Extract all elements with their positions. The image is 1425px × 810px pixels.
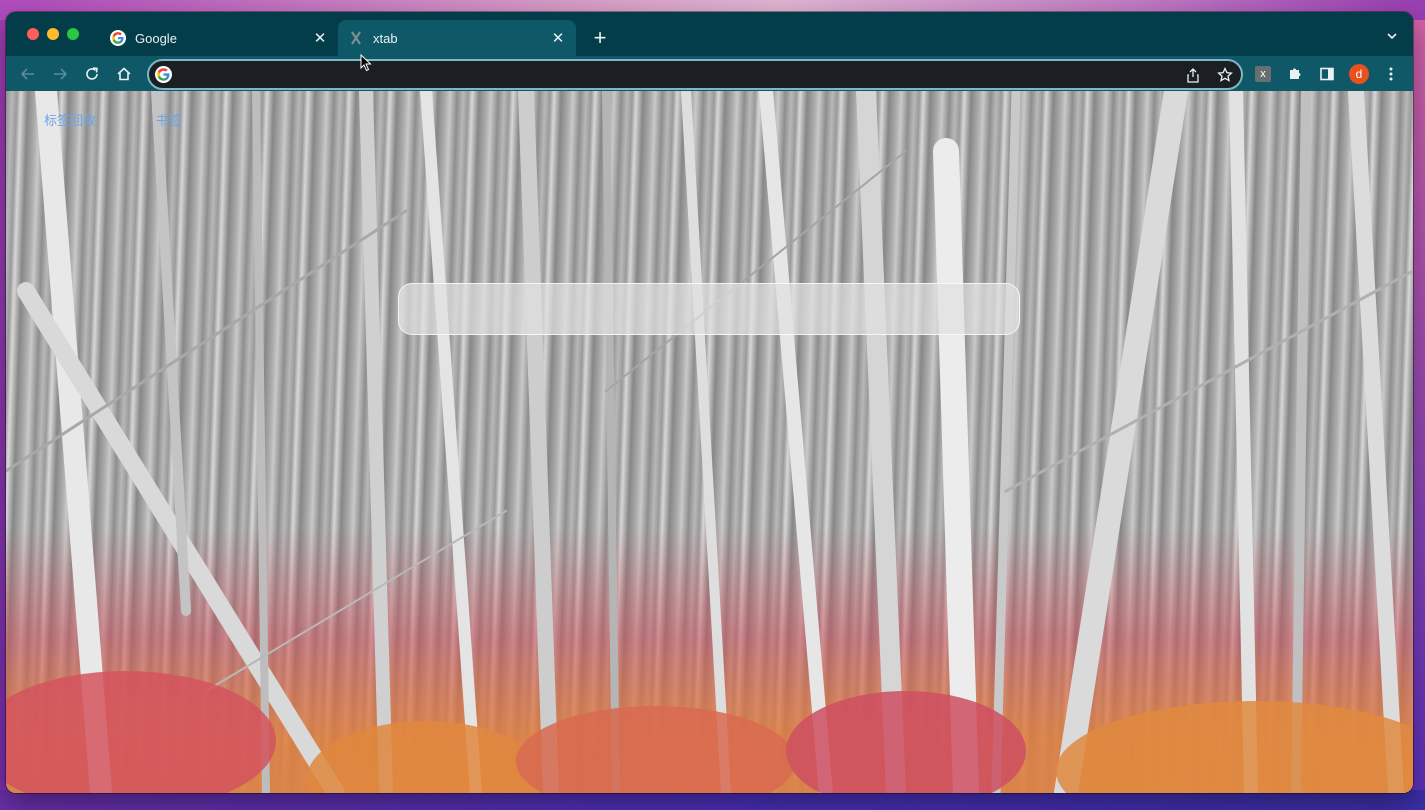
desktop-wallpaper-bottom: [0, 790, 1425, 810]
forest-background-image: [6, 91, 1413, 793]
home-icon[interactable]: [112, 62, 136, 86]
forward-arrow-icon[interactable]: [48, 62, 72, 86]
tab-title: Google: [135, 30, 177, 46]
tab-recycle-link[interactable]: 标签回收: [44, 110, 96, 129]
maximize-window-button[interactable]: [67, 28, 79, 40]
bookmark-star-icon[interactable]: [1216, 66, 1234, 84]
reload-icon[interactable]: [80, 62, 104, 86]
search-box[interactable]: [398, 283, 1020, 335]
tab-search-chevron-icon[interactable]: [1385, 29, 1399, 43]
new-tab-button[interactable]: +: [588, 27, 612, 51]
tab-title: xtab: [373, 30, 398, 46]
extension-x-icon: x: [1255, 66, 1271, 82]
minimize-window-button[interactable]: [47, 28, 59, 40]
google-g-icon: [155, 66, 172, 83]
tab-xtab[interactable]: xtab ✕: [338, 20, 576, 56]
address-input[interactable]: [183, 64, 1167, 86]
google-g-icon: [110, 30, 126, 46]
x-icon: [348, 30, 364, 46]
address-bar[interactable]: [147, 59, 1243, 90]
search-input[interactable]: [415, 296, 1005, 324]
tab-close-icon[interactable]: ✕: [310, 28, 330, 48]
back-arrow-icon[interactable]: [16, 62, 40, 86]
share-icon[interactable]: [1184, 66, 1202, 84]
more-menu-icon[interactable]: [1379, 62, 1403, 86]
side-panel-icon[interactable]: [1315, 62, 1339, 86]
tab-close-icon[interactable]: ✕: [548, 28, 568, 48]
close-window-button[interactable]: [27, 28, 39, 40]
browser-toolbar: x d: [6, 56, 1413, 91]
extensions-puzzle-icon[interactable]: [1283, 62, 1307, 86]
mouse-cursor-icon: [360, 54, 372, 72]
avatar: d: [1349, 64, 1369, 84]
xtab-extension-button[interactable]: x: [1251, 62, 1275, 86]
bookmarks-link[interactable]: 书签: [156, 110, 182, 129]
tab-google[interactable]: Google ✕: [100, 20, 338, 56]
tab-strip: Google ✕ xtab ✕ +: [6, 12, 1413, 56]
profile-avatar[interactable]: d: [1347, 62, 1371, 86]
new-tab-page: 标签回收 书签: [6, 91, 1413, 793]
browser-window: Google ✕ xtab ✕ + x d 标签回收 书签: [6, 12, 1413, 793]
